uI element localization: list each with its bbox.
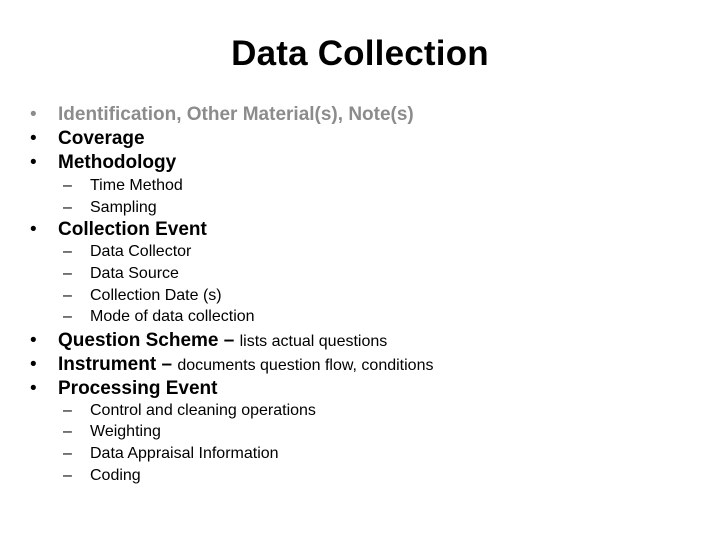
bullet-icon: • <box>30 354 37 375</box>
dash-icon: – <box>63 199 72 216</box>
sub-item-label: Data Source <box>90 265 179 282</box>
bullet-label: Methodology <box>58 152 177 173</box>
slide-title: Data Collection <box>231 34 489 73</box>
dash-icon: – <box>63 467 72 484</box>
sub-item-label: Time Method <box>90 177 183 194</box>
sub-item-label: Data Collector <box>90 243 192 260</box>
bullet-label: Collection Event <box>58 219 207 240</box>
dash-icon: – <box>63 308 72 325</box>
dash-icon: – <box>63 402 72 419</box>
sub-item-label: Mode of data collection <box>90 308 255 325</box>
sub-item-label: Weighting <box>90 423 161 440</box>
dash-icon: – <box>63 177 72 194</box>
bullet-label: Processing Event <box>58 378 218 399</box>
dash-icon: – <box>63 287 72 304</box>
dash-icon: – <box>63 445 72 462</box>
bullet-description: lists actual questions <box>239 333 388 350</box>
bullet-icon: • <box>30 219 37 240</box>
sub-item-label: Coding <box>90 467 141 484</box>
bullet-icon: • <box>30 330 37 351</box>
dash-icon: – <box>63 243 72 260</box>
sub-item-label: Collection Date (s) <box>90 287 222 304</box>
bullet-icon: • <box>30 378 37 399</box>
separator: – <box>156 354 178 375</box>
sub-item-label: Data Appraisal Information <box>90 445 279 462</box>
bullet-label: Instrument <box>58 354 157 375</box>
bullet-icon: • <box>30 104 37 125</box>
bullet-label: Identification, Other Material(s), Note(… <box>58 104 414 125</box>
bullet-label: Coverage <box>58 128 145 149</box>
bullet-icon: • <box>30 152 37 173</box>
sub-item-label: Sampling <box>90 199 157 216</box>
dash-icon: – <box>63 265 72 282</box>
bullet-description: documents question flow, conditions <box>177 357 434 374</box>
dash-icon: – <box>63 423 72 440</box>
separator: – <box>218 330 240 351</box>
bullet-icon: • <box>30 128 37 149</box>
sub-item-label: Control and cleaning operations <box>90 402 316 419</box>
bullet-label: Question Scheme <box>58 330 219 351</box>
